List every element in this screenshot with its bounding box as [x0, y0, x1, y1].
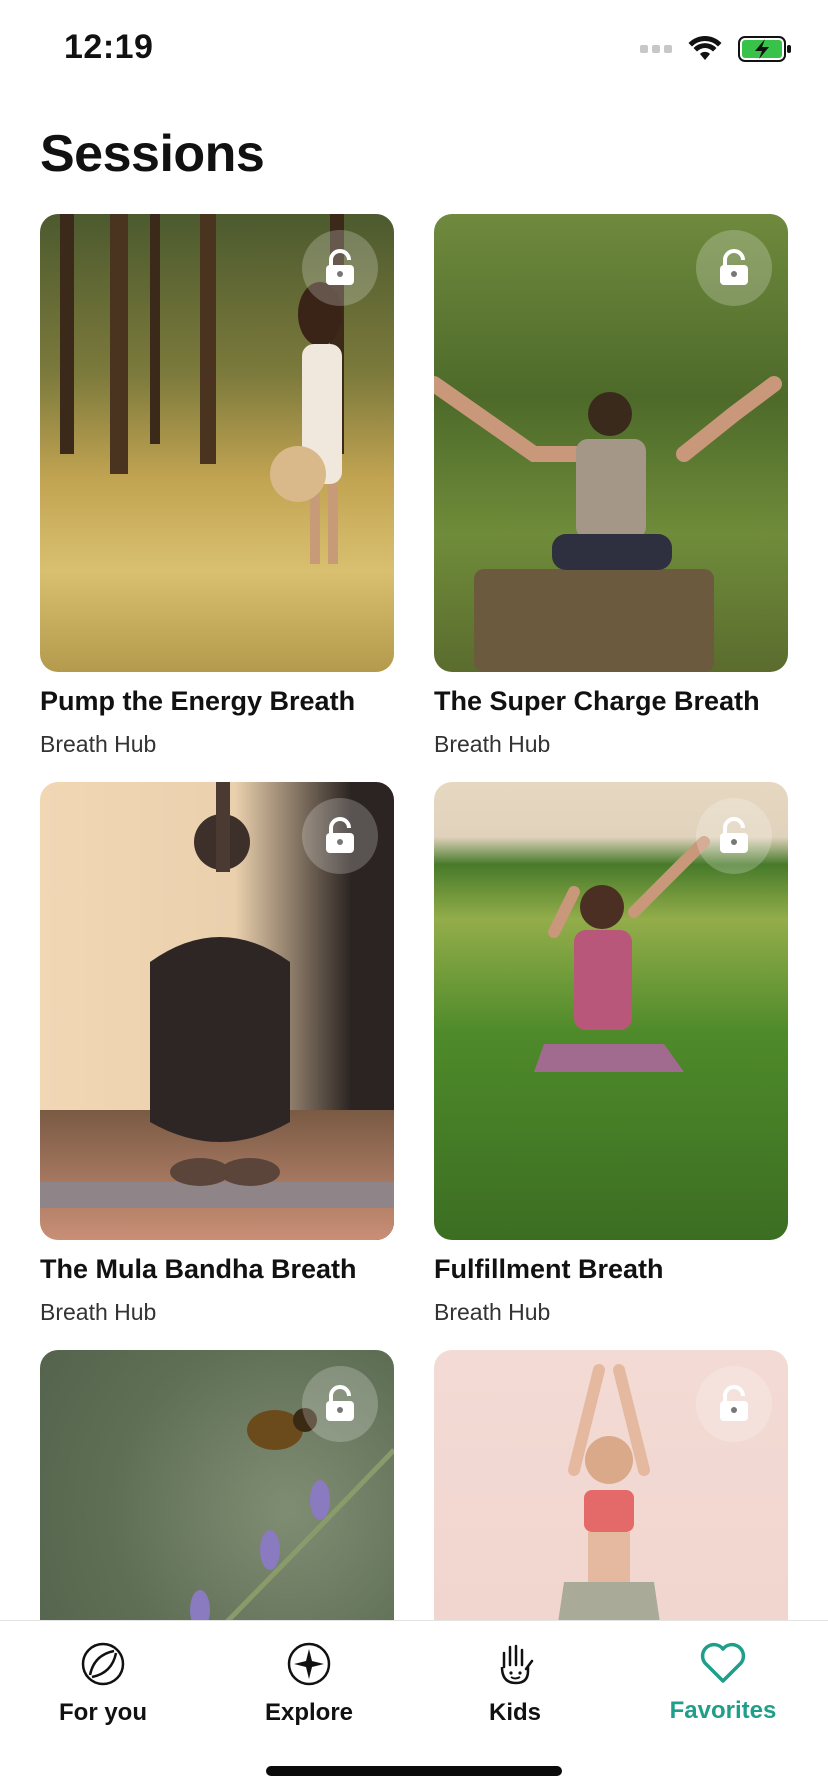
- sessions-screen: 12:19 Sessions Pump the Energy Breath Br…: [0, 0, 828, 1792]
- lock-icon: [302, 798, 378, 874]
- tab-for-you[interactable]: For you: [28, 1641, 178, 1727]
- session-card[interactable]: The Super Charge Breath Breath Hub: [434, 214, 788, 758]
- lock-icon: [696, 230, 772, 306]
- lock-icon: [302, 230, 378, 306]
- session-title[interactable]: Fulfillment Breath: [434, 1254, 788, 1285]
- session-card[interactable]: Fulfillment Breath Breath Hub: [434, 782, 788, 1326]
- status-icons: [640, 36, 792, 62]
- kids-hand-icon: [500, 1644, 534, 1685]
- session-subtitle: Breath Hub: [40, 731, 157, 757]
- session-title[interactable]: The Mula Bandha Breath: [40, 1254, 394, 1285]
- session-card[interactable]: Pump the Energy Breath Breath Hub: [40, 214, 394, 758]
- lock-icon: [696, 798, 772, 874]
- session-image[interactable]: [434, 782, 788, 1240]
- session-image[interactable]: [40, 214, 394, 672]
- lock-icon: [302, 1366, 378, 1442]
- session-image[interactable]: [40, 782, 394, 1240]
- for-you-icon: [81, 1642, 125, 1686]
- session-subtitle: Breath Hub: [40, 1299, 157, 1325]
- session-card[interactable]: The Mula Bandha Breath Breath Hub: [40, 782, 394, 1326]
- lock-icon: [696, 1366, 772, 1442]
- session-image[interactable]: [434, 214, 788, 672]
- tab-kids[interactable]: Kids: [440, 1641, 590, 1727]
- tab-explore[interactable]: Explore: [234, 1641, 384, 1727]
- tab-label: Favorites: [669, 1697, 777, 1724]
- session-subtitle: Breath Hub: [434, 731, 551, 757]
- battery-charging-icon: [738, 36, 791, 62]
- status-time: 12:19: [64, 28, 154, 66]
- tab-favorites[interactable]: Favorites: [648, 1641, 798, 1725]
- home-indicator[interactable]: [266, 1766, 562, 1776]
- wifi-icon: [688, 36, 722, 60]
- session-title[interactable]: The Super Charge Breath: [434, 686, 788, 717]
- heart-icon: [700, 1642, 746, 1683]
- tab-label: For you: [59, 1699, 147, 1726]
- status-bar: 12:19: [0, 0, 828, 100]
- cellular-signal-icon: [640, 45, 672, 53]
- tab-label: Explore: [264, 1699, 354, 1726]
- explore-compass-icon: [287, 1642, 331, 1686]
- tab-label: Kids: [488, 1699, 541, 1726]
- session-subtitle: Breath Hub: [434, 1299, 551, 1325]
- session-title[interactable]: Pump the Energy Breath: [40, 686, 394, 717]
- page-title: Sessions: [40, 125, 265, 183]
